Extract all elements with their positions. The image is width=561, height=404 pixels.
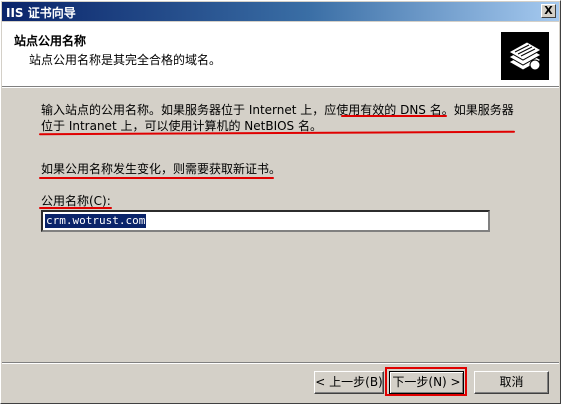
annotation-underline-4 xyxy=(39,207,112,209)
window-title: IIS 证书向导 xyxy=(6,6,76,20)
annotation-underline-1 xyxy=(341,115,447,117)
certificate-stack-icon xyxy=(501,32,549,80)
header-subtitle: 站点公用名称是其完全合格的域名。 xyxy=(29,53,222,67)
wizard-header: 站点公用名称 站点公用名称是其完全合格的域名。 xyxy=(2,22,559,87)
header-title: 站点公用名称 xyxy=(14,34,87,48)
close-button[interactable]: X xyxy=(541,4,556,18)
footer-divider-highlight xyxy=(2,363,559,364)
common-name-input[interactable]: crm.wotrust.com xyxy=(41,210,490,232)
header-divider xyxy=(2,87,559,88)
annotation-underline-3 xyxy=(39,177,274,179)
back-button[interactable]: < 上一步(B) xyxy=(314,371,384,394)
cancel-button[interactable]: 取消 xyxy=(474,371,549,394)
wizard-window: IIS 证书向导 X 站点公用名称 站点公用名称是其完全合格的域名。 输入站点的… xyxy=(0,0,561,404)
next-button[interactable]: 下一步(N) > xyxy=(389,371,464,394)
title-bar[interactable]: IIS 证书向导 X xyxy=(2,2,559,21)
common-name-value: crm.wotrust.com xyxy=(45,214,147,228)
change-warning: 如果公用名称发生变化，则需要获取新证书。 xyxy=(41,162,282,176)
